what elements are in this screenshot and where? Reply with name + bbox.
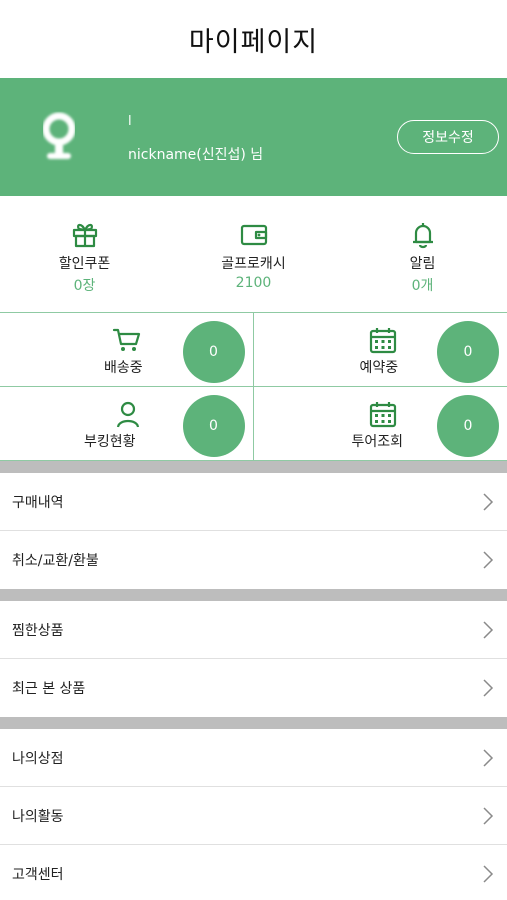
profile-id: l [128,114,132,129]
chevron-right-icon [483,492,494,511]
avatar [42,112,76,159]
bell-icon [412,223,433,249]
coupon-summary[interactable]: 할인쿠폰 0장 [0,196,169,312]
menu-item-wishlist[interactable]: 찜한상품 [0,601,507,659]
status-booking[interactable]: 부킹현황 0 [0,387,254,461]
menu-item-label: 찜한상품 [12,622,64,639]
menu-item-label: 나의상점 [12,750,64,767]
menu-item-label: 취소/교환/환불 [12,553,99,569]
menu-item-customer-center[interactable]: 고객센터 [0,845,507,900]
section-divider [0,589,507,601]
status-reserved[interactable]: 예약중 0 [253,313,507,387]
calendar-icon [369,328,396,354]
menu-item-my-activity[interactable]: 나의활동 [0,787,507,845]
cart-icon [112,328,141,351]
summary-label: 알림 [409,256,436,272]
cash-summary[interactable]: 골프로캐시 2100 [169,196,338,312]
edit-profile-button[interactable]: 정보수정 [397,120,499,154]
summary-bar: 할인쿠폰 0장 골프로캐시 2100 알림 0개 [0,196,507,312]
menu-group-account: 나의상점 나의활동 고객센터 [0,729,507,900]
summary-label: 골프로캐시 [221,256,286,272]
summary-label: 할인쿠폰 [58,256,111,272]
person-icon [116,401,140,428]
chevron-right-icon [483,806,494,825]
profile-nickname: nickname(신진섭) 님 [128,147,264,163]
menu-group-products: 찜한상품 최근 본 상품 [0,601,507,717]
summary-value: 2100 [235,275,272,291]
menu-item-label: 나의활동 [12,808,64,825]
menu-item-label: 고객센터 [12,867,64,883]
app-header: 마이페이지 [0,0,507,78]
menu-item-label: 구매내역 [12,494,64,511]
chevron-right-icon [483,620,494,639]
chevron-right-icon [483,865,494,883]
menu-item-label: 최근 본 상품 [12,681,86,697]
status-shipping[interactable]: 배송중 0 [0,313,254,387]
summary-value: 0장 [73,278,96,294]
order-status-grid: 배송중 0 예약중 0 부킹현황 0 투어조회 0 [0,312,507,461]
chevron-right-icon [483,551,494,569]
status-count-badge: 0 [437,321,499,383]
gift-icon [72,223,97,248]
wallet-icon [240,224,267,246]
alarm-summary[interactable]: 알림 0개 [338,196,507,312]
menu-item-purchase-history[interactable]: 구매내역 [0,473,507,531]
menu-item-recently-viewed[interactable]: 최근 본 상품 [0,659,507,717]
chevron-right-icon [483,679,494,697]
menu-item-cancel-exchange-refund[interactable]: 취소/교환/환불 [0,531,507,589]
calendar-icon [369,402,396,428]
page-title: 마이페이지 [188,26,319,58]
status-count-badge: 0 [437,395,499,457]
menu-item-my-shop[interactable]: 나의상점 [0,729,507,787]
profile-banner: l nickname(신진섭) 님 정보수정 [0,78,507,196]
section-divider [0,717,507,729]
status-count-badge: 0 [182,321,245,383]
status-tour[interactable]: 투어조회 0 [253,387,507,461]
section-divider [0,461,507,473]
summary-value: 0개 [411,278,434,294]
menu-group-orders: 구매내역 취소/교환/환불 [0,473,507,589]
status-count-badge: 0 [182,395,245,457]
chevron-right-icon [483,748,494,767]
